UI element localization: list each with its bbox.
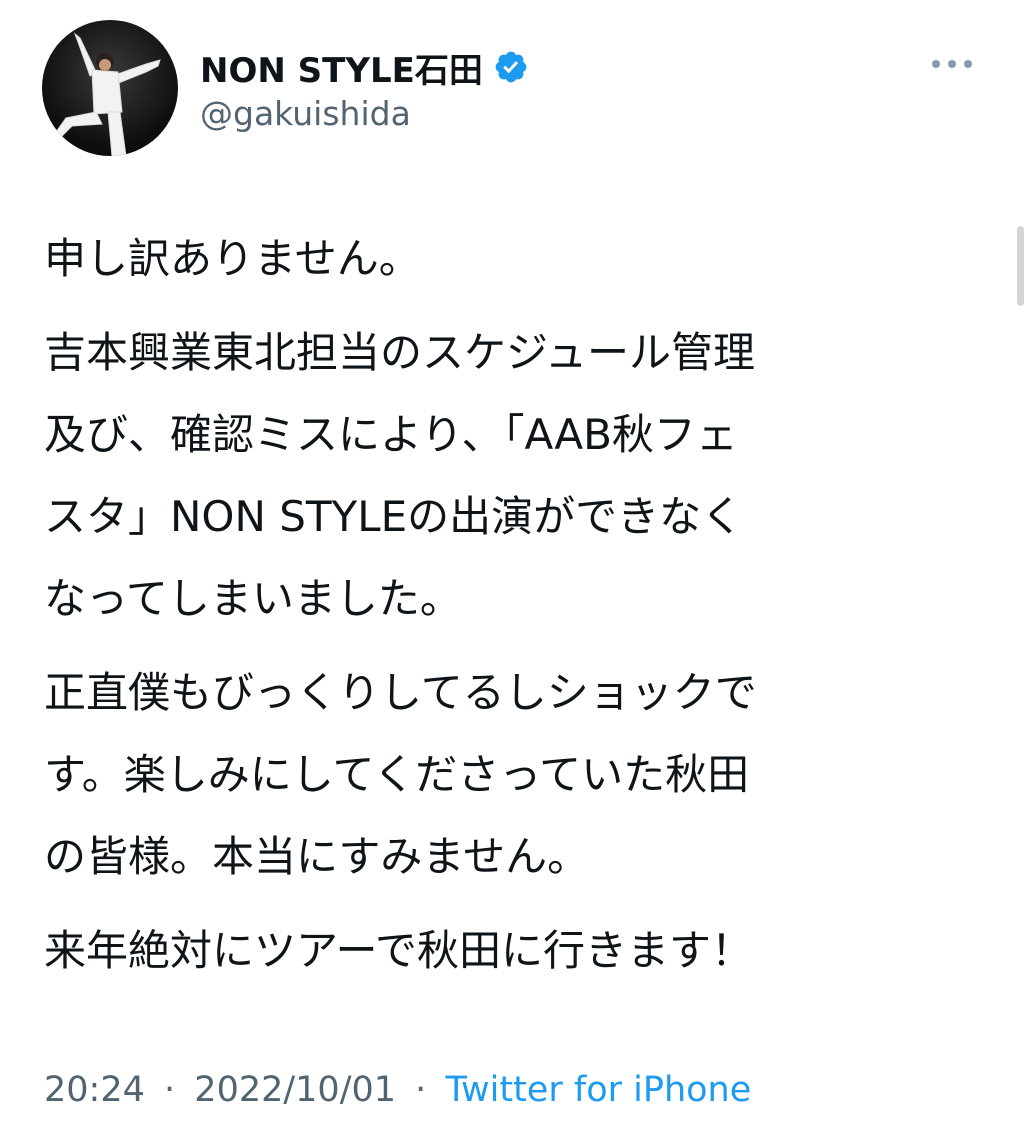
dot — [948, 60, 956, 68]
handle[interactable]: @gakuishida — [200, 94, 529, 133]
tweet-paragraph: 正直僕もびっくりしてるしショックで す。楽しみにしてくださっていた秋田 の皆様。… — [44, 668, 757, 881]
tweet-text: 申し訳ありません。 吉本興業東北担当のスケジュール管理 及び、確認ミスにより、「… — [44, 218, 974, 1004]
tweet-paragraph: 吉本興業東北担当のスケジュール管理 及び、確認ミスにより、「AAB秋フェ スタ」… — [44, 328, 756, 623]
tweet-paragraph: 申し訳ありません。 — [44, 234, 421, 283]
display-name[interactable]: NON STYLE石田 — [200, 43, 483, 92]
avatar-figure-icon — [50, 32, 161, 156]
dot — [932, 60, 940, 68]
tweet-time[interactable]: 20:24 — [44, 1070, 145, 1110]
avatar[interactable] — [42, 20, 178, 156]
tweet-card: NON STYLE石田 @gakuishida 申し訳ありません。 吉本興業東北… — [0, 0, 1024, 1147]
dot — [964, 60, 972, 68]
scrollbar[interactable] — [1017, 226, 1024, 306]
display-name-row: NON STYLE石田 — [200, 43, 529, 92]
author-names: NON STYLE石田 @gakuishida — [200, 44, 529, 133]
tweet-source-link[interactable]: Twitter for iPhone — [445, 1070, 751, 1110]
verified-badge-icon — [493, 49, 529, 85]
tweet-date[interactable]: 2022/10/01 — [194, 1070, 396, 1110]
tweet-meta: 20:24 · 2022/10/01 · Twitter for iPhone — [44, 1070, 751, 1110]
tweet-header: NON STYLE石田 @gakuishida — [42, 20, 1002, 160]
tweet-paragraph: 来年絶対にツアーで秋田に行きます！ — [44, 926, 753, 975]
meta-separator: · — [415, 1070, 427, 1110]
meta-separator: · — [164, 1070, 176, 1110]
more-options-icon[interactable] — [932, 54, 972, 74]
